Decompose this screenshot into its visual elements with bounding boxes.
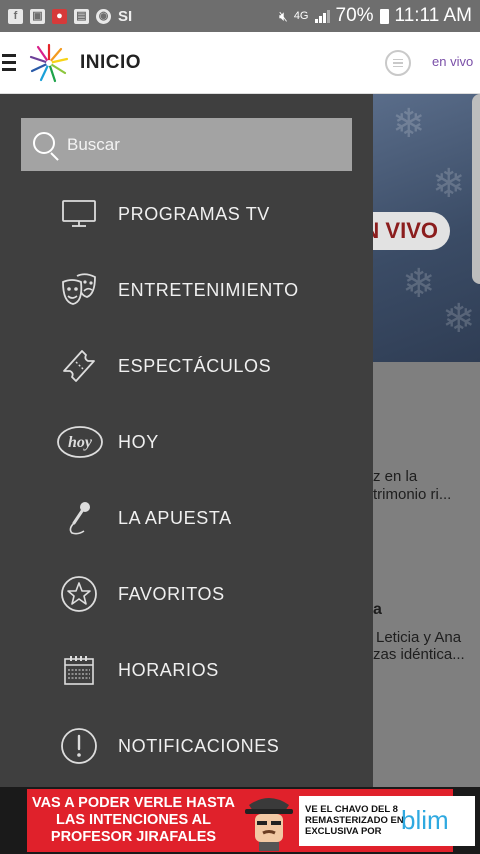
ad-banner[interactable]: VAS A PODER VERLE HASTA LAS INTENCIONES … bbox=[0, 787, 480, 854]
menu-label: ESPECTÁCULOS bbox=[118, 355, 272, 376]
menu-label: PROGRAMAS TV bbox=[118, 203, 270, 224]
ad-headline-line: LAS INTENCIONES AL bbox=[56, 812, 211, 828]
signal-icon bbox=[314, 9, 330, 23]
star-icon bbox=[58, 573, 100, 615]
ticket-icon bbox=[58, 345, 100, 387]
network-type: 4G bbox=[293, 9, 309, 22]
status-bar: f ▣ ● ▤ ◉ SI 🔇︎ 4G 70% 11:11 AM bbox=[0, 0, 480, 32]
app-header: INICIO en vivo bbox=[0, 32, 480, 94]
carousel-edge bbox=[472, 94, 480, 284]
chat-icon[interactable] bbox=[385, 50, 411, 76]
menu-item-la-apuesta[interactable]: LA APUESTA bbox=[0, 480, 373, 556]
ad-headline-line: PROFESOR JIRAFALES bbox=[50, 829, 217, 845]
character-illustration-icon bbox=[245, 798, 293, 851]
blim-logo: blim bbox=[401, 805, 449, 835]
si-icon: SI bbox=[118, 7, 133, 25]
navigation-drawer: PROGRAMAS TV ENTRETENIMIENTO ESPECTÁCULO… bbox=[0, 94, 373, 787]
mute-icon: 🔇︎ bbox=[278, 7, 288, 24]
page-title: INICIO bbox=[80, 51, 142, 73]
svg-text:hoy: hoy bbox=[68, 434, 93, 451]
ad-tagline-line: VE EL CHAVO DEL 8 bbox=[305, 804, 398, 815]
drawer-menu: PROGRAMAS TV ENTRETENIMIENTO ESPECTÁCULO… bbox=[0, 176, 373, 784]
menu-label: LA APUESTA bbox=[118, 507, 232, 528]
search-icon[interactable] bbox=[31, 130, 61, 161]
ad-tagline-line: REMASTERIZADO EN bbox=[305, 815, 404, 826]
article-snippet[interactable]: z en la bbox=[373, 468, 417, 486]
hoy-logo-icon: hoy bbox=[56, 421, 104, 463]
menu-label: FAVORITOS bbox=[118, 583, 225, 604]
snowflake-icon: ❄ bbox=[432, 162, 466, 206]
live-link[interactable]: en vivo bbox=[432, 54, 473, 69]
televisa-logo-icon[interactable] bbox=[28, 42, 70, 84]
menu-item-espectaculos[interactable]: ESPECTÁCULOS bbox=[0, 328, 373, 404]
menu-item-entretenimiento[interactable]: ENTRETENIMIENTO bbox=[0, 252, 373, 328]
menu-item-horarios[interactable]: HORARIOS bbox=[0, 632, 373, 708]
article-title[interactable]: a bbox=[373, 601, 382, 619]
alert-icon bbox=[58, 725, 100, 767]
menu-label: NOTIFICACIONES bbox=[118, 735, 280, 756]
article-snippet[interactable]: Leticia y Ana bbox=[376, 629, 461, 647]
ad-tagline-line: EXCLUSIVA POR bbox=[305, 826, 382, 837]
menu-item-programas-tv[interactable]: PROGRAMAS TV bbox=[0, 176, 373, 252]
menu-item-favoritos[interactable]: FAVORITOS bbox=[0, 556, 373, 632]
ad-tagline: VE EL CHAVO DEL 8 REMASTERIZADO EN EXCLU… bbox=[305, 804, 405, 837]
microphone-icon bbox=[58, 497, 100, 539]
app-screen: f ▣ ● ▤ ◉ SI 🔇︎ 4G 70% 11:11 AM INICIO e… bbox=[0, 0, 480, 854]
snowflake-icon: ❄ bbox=[392, 102, 426, 146]
cbs-icon: ◉ bbox=[96, 8, 111, 24]
ad-headline: VAS A PODER VERLE HASTA LAS INTENCIONES … bbox=[31, 795, 236, 846]
theater-masks-icon bbox=[58, 269, 100, 311]
search-input[interactable] bbox=[67, 134, 327, 155]
menu-icon[interactable] bbox=[2, 54, 22, 71]
calendar-icon bbox=[58, 649, 100, 691]
battery-percent: 70% bbox=[335, 5, 374, 26]
app-icon: ● bbox=[52, 8, 67, 24]
clock: 11:11 AM bbox=[394, 5, 472, 26]
battery-icon bbox=[379, 8, 389, 24]
facebook-icon: f bbox=[8, 8, 23, 24]
article-snippet[interactable]: trimonio ri... bbox=[373, 486, 451, 504]
article-snippet[interactable]: zas idéntica... bbox=[373, 646, 465, 664]
menu-item-notificaciones[interactable]: NOTIFICACIONES bbox=[0, 708, 373, 784]
tv-icon bbox=[58, 193, 100, 235]
ad-headline-line: VAS A PODER VERLE HASTA bbox=[31, 795, 236, 811]
system-status: 🔇︎ 4G 70% 11:11 AM bbox=[279, 5, 472, 27]
menu-item-hoy[interactable]: hoy HOY bbox=[0, 404, 373, 480]
ad-cta-box[interactable]: VE EL CHAVO DEL 8 REMASTERIZADO EN EXCLU… bbox=[299, 796, 475, 846]
snowflake-icon: ❄ bbox=[402, 262, 436, 306]
image-icon: ▣ bbox=[30, 8, 45, 24]
snowflake-icon: ❄ bbox=[442, 297, 476, 341]
menu-label: ENTRETENIMIENTO bbox=[118, 279, 299, 300]
clipboard-icon: ▤ bbox=[74, 8, 89, 24]
notification-icons: f ▣ ● ▤ ◉ SI bbox=[8, 7, 133, 25]
ad-content[interactable]: VAS A PODER VERLE HASTA LAS INTENCIONES … bbox=[27, 789, 475, 852]
search-bar[interactable] bbox=[21, 118, 352, 171]
menu-label: HOY bbox=[118, 431, 159, 452]
menu-label: HORARIOS bbox=[118, 659, 219, 680]
